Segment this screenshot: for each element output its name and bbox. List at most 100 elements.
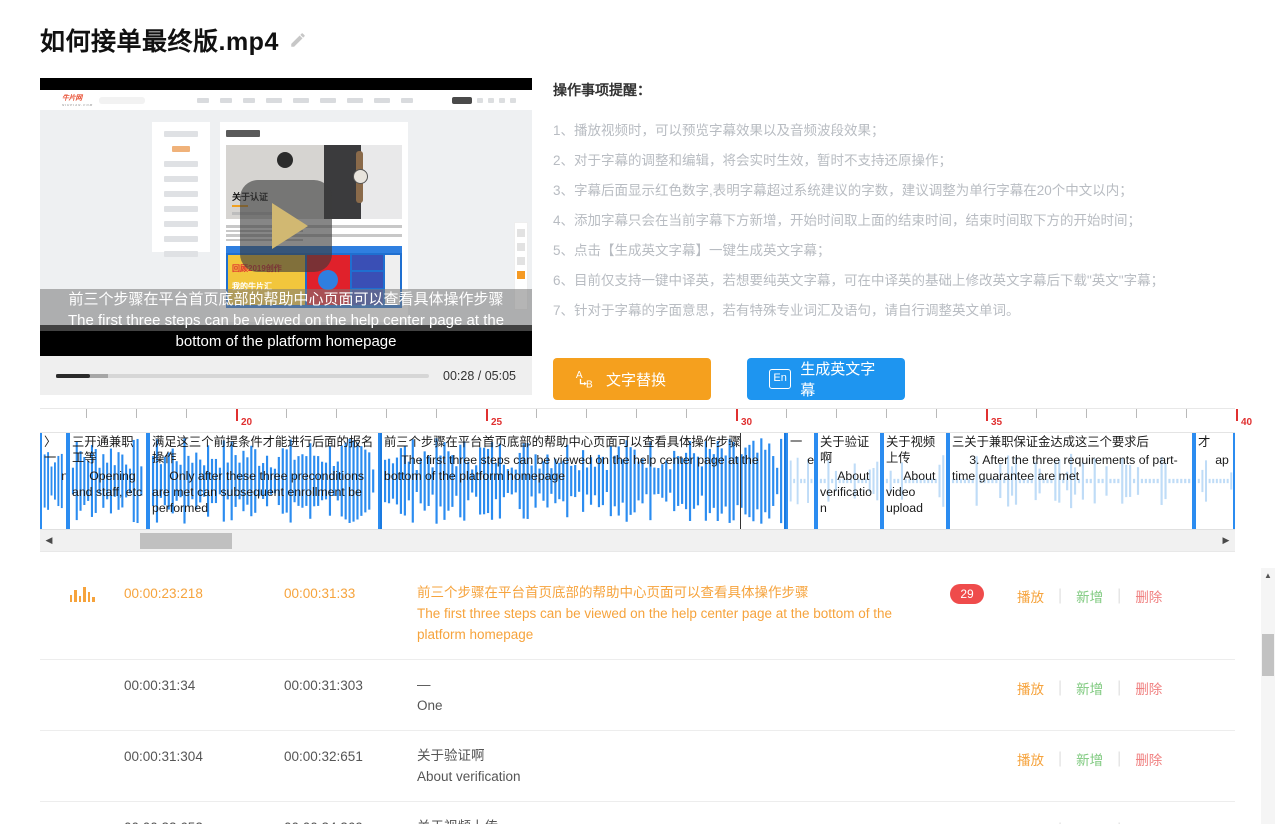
play-row-button[interactable]: 播放 (1017, 586, 1044, 606)
timeline-segment[interactable]: 〉一 n (40, 433, 68, 529)
webpage-header-right (452, 96, 516, 104)
scrollbar-thumb[interactable] (140, 532, 232, 549)
play-row-button[interactable]: 播放 (1017, 820, 1044, 824)
row-operations: 播放|新增|删除 (1017, 816, 1217, 824)
progress-bar[interactable] (56, 373, 430, 378)
add-row-button[interactable]: 新增 (1076, 820, 1103, 824)
delete-row-button[interactable]: 删除 (1135, 820, 1162, 824)
status-badge: 29 (950, 584, 984, 604)
tips-item-6: 6、目前仅支持一键中译英，若想要纯英文字幕，可在中译英的基础上修改英文字幕后下载… (553, 273, 1165, 288)
delete-row-button[interactable]: 删除 (1135, 749, 1162, 769)
ruler-major-tick (486, 409, 488, 421)
segment-text-en: Only after these three preconditions are… (152, 469, 365, 515)
webpage-nav (197, 97, 414, 103)
delete-row-button[interactable]: 删除 (1135, 586, 1162, 606)
play-button[interactable] (240, 180, 332, 272)
play-icon (272, 203, 308, 249)
replace-text-button[interactable]: A B 文字替换 (553, 358, 711, 400)
timeline-segment[interactable]: 三关于兼职保证金达成这三个要求后 3. After the three requi… (948, 433, 1194, 529)
segment-text-en: n (61, 469, 68, 483)
row-badge-cell (917, 745, 1017, 747)
timeline-segment[interactable]: 三开通兼职工等 Opening and staff, etc (68, 433, 148, 529)
row-operations: 播放|新增|删除 (1017, 582, 1217, 606)
timeline[interactable]: 20 25 30 35 40 〉一 n 三开通兼职工等 Opening and staff, … (40, 408, 1252, 552)
operation-separator: | (1117, 750, 1122, 767)
timeline-segment[interactable]: 一e (786, 433, 816, 529)
tips-panel: 操作事项提醒： 1、播放视频时，可以预览字幕效果以及音频波段效果； 2、对于字幕… (553, 80, 1213, 326)
timeline-playhead[interactable] (740, 433, 741, 529)
timeline-track[interactable]: 〉一 n 三开通兼职工等 Opening and staff, etc 满足这三个前提条… (40, 433, 1235, 529)
segment-text-cn: 〉一 (44, 435, 57, 465)
delete-row-button[interactable]: 删除 (1135, 678, 1162, 698)
row-subtitle-text[interactable]: 前三个步骤在平台首页底部的帮助中心页面可以查看具体操作步骤 The first t… (417, 582, 917, 645)
row-end-time[interactable]: 00:00:31:303 (284, 674, 417, 693)
row-end-time[interactable]: 00:00:32:651 (284, 745, 417, 764)
play-row-button[interactable]: 播放 (1017, 678, 1044, 698)
ruler-tick (586, 409, 587, 418)
row-start-time[interactable]: 00:00:32:652 (124, 816, 284, 824)
timeline-segment[interactable]: 关于视频上传 About video upload (882, 433, 948, 529)
segment-text-en: 3. After the three requirements of part-… (952, 453, 1178, 483)
ruler-tick (186, 409, 187, 418)
timeline-segment[interactable]: 前三个步骤在平台首页底部的帮助中心页面可以查看具体操作步骤 The first t… (380, 433, 786, 529)
ruler-major-tick (236, 409, 238, 421)
segment-text-cn: 前三个步骤在平台首页底部的帮助中心页面可以查看具体操作步骤 (384, 435, 741, 449)
scrollbar-rail[interactable] (58, 530, 1217, 552)
segment-text-box[interactable]: 关于视频上传 About video upload (884, 433, 946, 517)
row-start-time[interactable]: 00:00:31:304 (124, 745, 284, 764)
chevron-right-icon[interactable]: ▶ (1217, 535, 1235, 546)
video-controls: 00:28 / 05:05 (40, 356, 532, 395)
pencil-icon[interactable] (289, 31, 307, 49)
segment-text-box[interactable]: 关于验证啊 About verification (818, 433, 880, 517)
segment-text-en: Opening and staff, etc (72, 469, 143, 499)
timeline-ruler[interactable]: 20 25 30 35 40 (40, 409, 1252, 433)
add-row-button[interactable]: 新增 (1076, 586, 1103, 606)
video-stage[interactable]: 牛片网 NIUPIAN.COM 我的牛片汇 前三个步骤在平台首页底部的帮助中心页… (40, 78, 532, 356)
chevron-left-icon[interactable]: ◀ (40, 535, 58, 546)
ruler-tick (1186, 409, 1187, 418)
table-row[interactable]: 00:00:32:65200:00:34:269关于视频上传About vide… (40, 802, 1235, 824)
row-subtitle-text[interactable]: 关于验证啊 About verification (417, 745, 917, 787)
vscrollbar-thumb[interactable] (1262, 634, 1274, 676)
ruler-label: 20 (241, 417, 253, 428)
chevron-up-icon[interactable]: ▲ (1261, 568, 1275, 580)
row-start-time[interactable]: 00:00:23:218 (124, 582, 284, 601)
row-subtitle-text[interactable]: 关于视频上传About video upload (417, 816, 917, 824)
play-row-button[interactable]: 播放 (1017, 749, 1044, 769)
time-display: 00:28 / 05:05 (443, 368, 516, 383)
segment-text-box[interactable]: 三开通兼职工等 Opening and staff, etc (70, 433, 146, 501)
row-subtitle-en: The first three steps can be viewed on t… (417, 606, 893, 642)
add-row-button[interactable]: 新增 (1076, 749, 1103, 769)
subtitle-overlay-cn: 前三个步骤在平台首页底部的帮助中心页面可以查看具体操作步骤 (40, 289, 532, 310)
timeline-segment[interactable]: 才 ap (1194, 433, 1235, 529)
table-vertical-scrollbar[interactable]: ▲ (1261, 568, 1275, 824)
table-row[interactable]: 00:00:23:218 00:00:31:33 前三个步骤在平台首页底部的帮助中心… (40, 568, 1235, 660)
video-player: 牛片网 NIUPIAN.COM 我的牛片汇 前三个步骤在平台首页底部的帮助中心页… (40, 78, 532, 395)
ruler-tick (786, 409, 787, 418)
ruler-tick (636, 409, 637, 418)
video-subtitle-overlay: 前三个步骤在平台首页底部的帮助中心页面可以查看具体操作步骤 The first … (40, 289, 532, 356)
row-subtitle-text[interactable]: — One (417, 674, 917, 716)
a-to-b-icon: A B (576, 370, 593, 390)
row-end-time[interactable]: 00:00:34:269 (284, 816, 417, 824)
segment-text-box[interactable]: 〉一 n (42, 433, 66, 485)
operation-separator: | (1058, 587, 1063, 604)
segment-text-box[interactable]: 满足这三个前提条件才能进行后面的报名操作 Only after these thr… (150, 433, 378, 517)
subtitle-table[interactable]: 00:00:23:218 00:00:31:33 前三个步骤在平台首页底部的帮助中心… (40, 568, 1235, 824)
segment-text-box[interactable]: 三关于兼职保证金达成这三个要求后 3. After the three requi… (950, 433, 1192, 485)
table-row[interactable]: 00:00:31:304 00:00:32:651 关于验证啊 About verif… (40, 731, 1235, 802)
add-row-button[interactable]: 新增 (1076, 678, 1103, 698)
segment-text-box[interactable]: 一e (788, 433, 814, 469)
generate-english-subtitle-button[interactable]: En 生成英文字幕 (747, 358, 905, 400)
timeline-horizontal-scrollbar[interactable]: ◀ ▶ (40, 529, 1235, 551)
timeline-segment[interactable]: 满足这三个前提条件才能进行后面的报名操作 Only after these thr… (148, 433, 380, 529)
en-icon: En (769, 369, 792, 389)
row-start-time[interactable]: 00:00:31:34 (124, 674, 284, 693)
segment-text-box[interactable]: 才 ap (1196, 433, 1233, 469)
row-end-time[interactable]: 00:00:31:33 (284, 582, 417, 601)
table-row[interactable]: 00:00:31:34 00:00:31:303— One 播放 | 新增 | 删除 (40, 660, 1235, 731)
ruler-tick (286, 409, 287, 418)
segment-text-box[interactable]: 前三个步骤在平台首页底部的帮助中心页面可以查看具体操作步骤 The first t… (382, 433, 784, 485)
segment-text-en: About verification (820, 469, 872, 515)
timeline-segment[interactable]: 关于验证啊 About verification (816, 433, 882, 529)
